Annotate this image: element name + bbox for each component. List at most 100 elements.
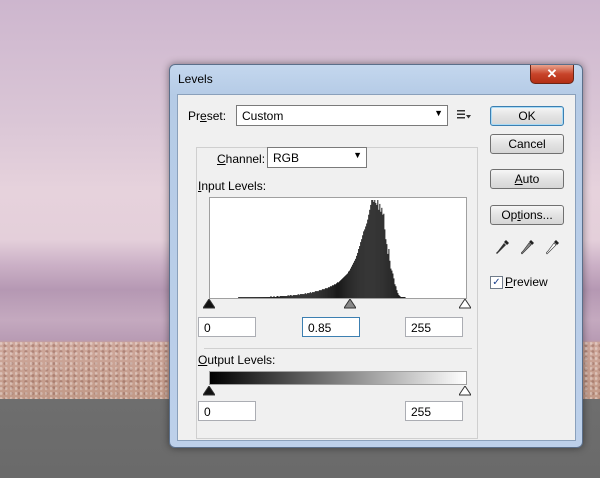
output-levels-label: Output Levels: xyxy=(198,353,276,367)
histogram-bar xyxy=(403,297,405,298)
histogram-bar xyxy=(324,288,326,298)
histogram-bar xyxy=(350,268,352,298)
histogram-bar xyxy=(400,297,402,298)
histogram-bar xyxy=(387,253,389,298)
window-title: Levels xyxy=(178,72,213,86)
histogram-bar xyxy=(338,282,340,298)
auto-button[interactable]: Auto xyxy=(490,169,564,189)
histogram-bar xyxy=(241,297,243,298)
histogram-bar xyxy=(309,292,311,298)
histogram-bar xyxy=(311,292,313,298)
preview-label: Preview xyxy=(505,275,548,289)
histogram-bar xyxy=(316,291,318,298)
histogram-bar xyxy=(251,297,253,298)
histogram-bar xyxy=(333,284,335,298)
histogram-bar xyxy=(358,249,360,298)
histogram-bar xyxy=(280,296,282,298)
input-gamma-field[interactable]: 0.85 xyxy=(302,317,360,337)
close-button[interactable]: ✕ xyxy=(530,65,574,84)
input-white-field[interactable]: 255 xyxy=(405,317,463,337)
histogram-bar xyxy=(297,294,299,298)
histogram-bar xyxy=(401,297,403,298)
histogram-bar xyxy=(250,297,252,298)
histogram-bar xyxy=(321,289,323,298)
histogram-bar xyxy=(385,239,387,298)
histogram-bar xyxy=(399,296,401,298)
gray-eyedropper-icon[interactable] xyxy=(520,239,535,255)
histogram-bar xyxy=(318,290,320,298)
histogram-bar xyxy=(246,297,248,298)
histogram-bar xyxy=(384,229,386,298)
histogram-bar xyxy=(314,291,316,298)
histogram-bar xyxy=(286,296,288,298)
histogram-bar xyxy=(290,295,292,298)
histogram-bar xyxy=(274,297,276,298)
histogram-bar xyxy=(254,297,256,298)
histogram-bar xyxy=(362,235,364,298)
output-black-field[interactable]: 0 xyxy=(198,401,256,421)
preview-checkbox[interactable]: ✓ xyxy=(490,276,503,289)
histogram-bar xyxy=(292,295,294,298)
histogram-bar xyxy=(275,297,277,298)
histogram-bar xyxy=(392,273,394,298)
histogram-bar xyxy=(238,297,240,298)
histogram-bar xyxy=(364,229,366,298)
histogram-bar xyxy=(284,296,286,298)
histogram-bar xyxy=(287,295,289,298)
histogram-bar xyxy=(354,260,356,298)
histogram-bar xyxy=(342,278,344,298)
input-black-field[interactable]: 0 xyxy=(198,317,256,337)
histogram-bar xyxy=(269,297,271,298)
chevron-down-icon: ▼ xyxy=(353,150,362,160)
histogram-bar xyxy=(341,279,343,298)
histogram-bar xyxy=(343,277,345,298)
histogram-bar xyxy=(281,296,283,298)
histogram-bar xyxy=(395,286,397,298)
histogram-bar xyxy=(306,293,308,298)
histogram-bar xyxy=(266,297,268,298)
histogram-bar xyxy=(283,296,285,298)
histogram-bar xyxy=(366,223,368,298)
histogram-bar xyxy=(256,297,258,298)
cancel-button[interactable]: Cancel xyxy=(490,134,564,154)
histogram-bar xyxy=(296,295,298,298)
preset-options-icon[interactable] xyxy=(457,109,471,121)
histogram-bar xyxy=(359,246,361,298)
divider xyxy=(204,348,472,349)
histogram-chart xyxy=(238,200,406,298)
black-eyedropper-icon[interactable] xyxy=(496,239,510,255)
histogram-bar xyxy=(373,201,375,298)
white-eyedropper-icon[interactable] xyxy=(545,239,560,255)
histogram-bar xyxy=(369,209,371,298)
preset-label: Preset: xyxy=(188,109,227,123)
channel-dropdown[interactable]: RGB ▼ xyxy=(267,147,367,168)
histogram-bar xyxy=(349,270,351,298)
histogram-bar xyxy=(298,295,300,298)
histogram-bar xyxy=(247,297,249,298)
histogram-bar xyxy=(259,297,261,298)
histogram-bar xyxy=(245,297,247,298)
histogram-bar xyxy=(282,296,284,298)
histogram-bar xyxy=(327,287,329,298)
histogram-bar xyxy=(330,286,332,298)
histogram-bar xyxy=(368,214,370,298)
title-bar[interactable]: Levels ✕ xyxy=(170,65,582,93)
output-white-field[interactable]: 255 xyxy=(405,401,463,421)
histogram-bar xyxy=(357,252,359,298)
preset-dropdown[interactable]: Custom ▼ xyxy=(236,105,448,126)
histogram-bar xyxy=(312,292,314,298)
options-button[interactable]: Options... xyxy=(490,205,564,225)
ok-button[interactable]: OK xyxy=(490,106,564,126)
histogram-bar xyxy=(353,262,355,298)
histogram-bar xyxy=(332,285,334,298)
histogram-bar xyxy=(268,297,270,298)
input-levels-label: Input Levels: xyxy=(198,179,267,193)
histogram-bar xyxy=(386,244,388,298)
histogram-bar xyxy=(313,292,315,298)
histogram-bar xyxy=(396,290,398,298)
histogram-bar xyxy=(255,297,257,298)
histogram-bar xyxy=(372,200,374,298)
histogram-bar xyxy=(267,297,269,298)
histogram-bar xyxy=(257,297,259,298)
histogram-bar xyxy=(322,289,324,298)
